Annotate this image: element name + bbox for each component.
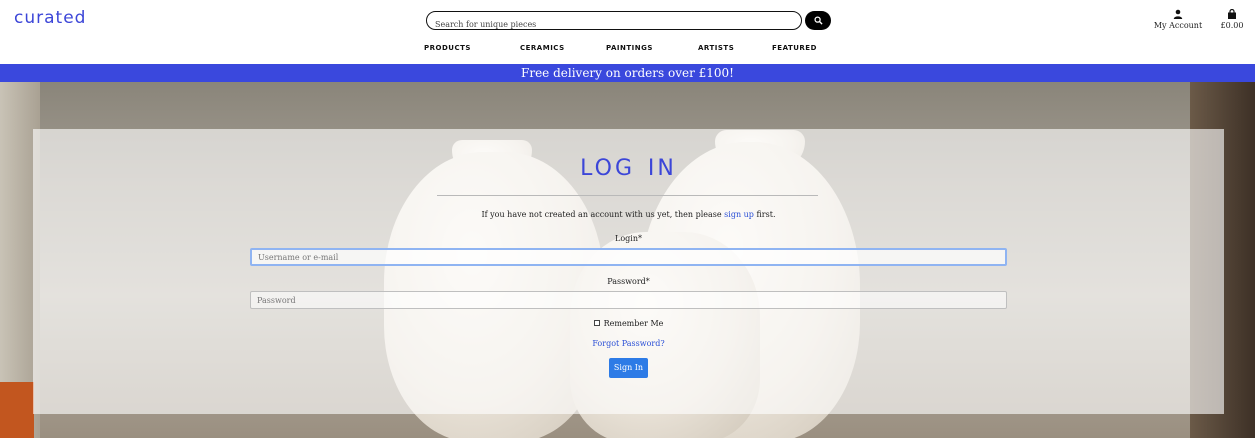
nav-item-artists[interactable]: artists — [686, 42, 760, 53]
remember-me-checkbox[interactable] — [593, 320, 600, 326]
search-input[interactable] — [427, 16, 801, 33]
login-label: Login* — [615, 234, 642, 243]
main-nav: products ceramics paintings artists feat… — [412, 42, 829, 53]
signup-link[interactable]: sign up — [724, 210, 754, 219]
my-account-link[interactable]: My Account — [1150, 9, 1206, 30]
search-icon — [813, 16, 823, 25]
bag-total: £0.00 — [1220, 21, 1244, 30]
nav-item-ceramics[interactable]: ceramics — [508, 42, 594, 53]
user-icon — [1173, 9, 1183, 19]
shopping-bag-icon — [1228, 9, 1236, 19]
login-field[interactable] — [250, 248, 1007, 266]
remember-me: Remember Me — [33, 319, 1224, 328]
my-account-label: My Account — [1153, 21, 1203, 30]
search-button[interactable] — [805, 11, 831, 30]
login-card: Log In If you have not created an accoun… — [33, 129, 1224, 414]
remember-me-label[interactable]: Remember Me — [604, 319, 664, 328]
nav-item-products[interactable]: products — [412, 42, 508, 53]
signup-prompt-text-end: first. — [753, 210, 776, 219]
delivery-banner: Free delivery on orders over £100! — [0, 64, 1255, 82]
site-header: curated My Account £0.00 products cerami… — [0, 0, 1255, 64]
sign-in-button[interactable]: Sign In — [609, 358, 648, 378]
password-label: Password* — [607, 277, 650, 286]
signup-prompt: If you have not created an account with … — [33, 210, 1224, 219]
signup-prompt-text: If you have not created an account with … — [481, 210, 725, 219]
nav-item-paintings[interactable]: paintings — [594, 42, 686, 53]
forgot-password-link[interactable]: Forgot Password? — [33, 339, 1224, 348]
nav-item-featured[interactable]: featured — [760, 42, 829, 53]
password-field[interactable] — [250, 291, 1007, 309]
background-orange-object — [0, 382, 34, 438]
page-title: Log In — [580, 147, 677, 183]
title-divider — [437, 195, 818, 196]
shopping-bag-link[interactable]: £0.00 — [1216, 9, 1248, 30]
search-bar — [426, 11, 802, 33]
site-logo[interactable]: curated — [14, 8, 86, 28]
